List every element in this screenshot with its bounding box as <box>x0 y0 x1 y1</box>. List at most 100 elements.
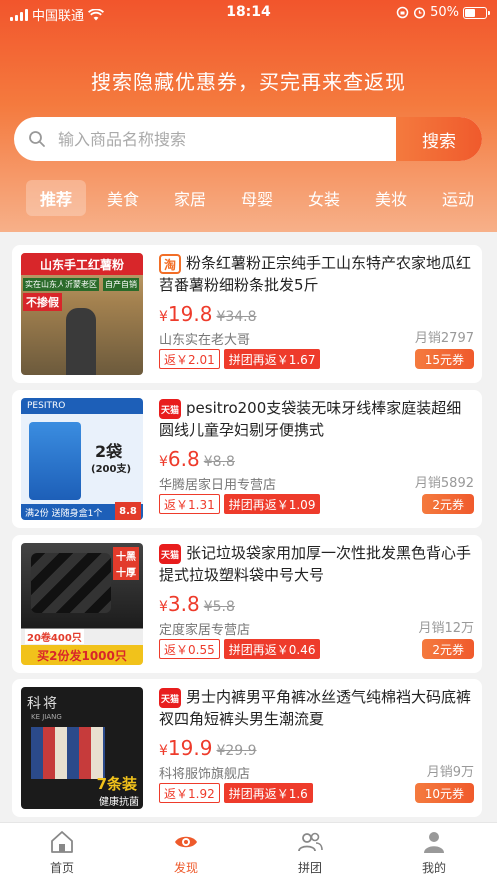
tab-beauty[interactable]: 美妆 <box>362 180 420 216</box>
rebate-tags: 返￥1.92 拼团再返￥1.6 <box>159 783 313 803</box>
tab-baby[interactable]: 母婴 <box>228 180 286 216</box>
original-price: ¥29.9 <box>216 743 257 759</box>
product-image: 十黑 十厚 20卷400只 买2份发1000只 <box>21 543 143 665</box>
thumb-brand: PESITRO <box>21 398 143 414</box>
product-price: ¥19.8 <box>159 302 213 326</box>
original-price: ¥5.8 <box>203 599 235 615</box>
group-rebate-tag: 拼团再返￥1.6 <box>223 783 313 803</box>
coupon-badge[interactable]: 2元券 <box>422 494 474 514</box>
search-input[interactable] <box>58 117 398 161</box>
product-title: 男士内裤男平角裤冰丝透气纯棉裆大码底裤衩四角短裤头男生潮流夏 <box>159 688 472 728</box>
product-card[interactable]: PESITRO 2袋 (200支) 满2份 送随身盒1个 8.8 天猫 pesi… <box>12 390 482 528</box>
thumb-sub: (200支) <box>91 464 132 475</box>
thumb-products <box>31 727 105 779</box>
thumb-feature: 健康抗菌 <box>99 797 139 808</box>
battery-icon <box>463 6 490 19</box>
tab-food[interactable]: 美食 <box>94 180 152 216</box>
group-rebate-tag: 拼团再返￥1.09 <box>223 494 321 514</box>
tabbar-mine[interactable]: 我的 <box>394 829 474 879</box>
product-price: ¥19.9 <box>159 736 213 760</box>
product-image: 科将 KE JIANG 7条装 健康抗菌 <box>21 687 143 809</box>
thumb-price: 8.8 <box>115 502 141 520</box>
product-title: pesitro200支袋装无味牙线棒家庭装超细圆线儿童孕妇剔牙便携式 <box>159 399 462 439</box>
rebate-tag: 返￥2.01 <box>159 349 220 369</box>
thumb-promo: 买2份发1000只 <box>21 645 143 665</box>
coupon-badge[interactable]: 2元券 <box>422 639 474 659</box>
search-bar: 搜索 <box>14 117 482 161</box>
battery-percent: 50% <box>430 5 459 20</box>
monthly-sales: 月销5892 <box>414 476 474 491</box>
group-rebate-tag: 拼团再返￥0.46 <box>223 639 321 659</box>
rebate-tags: 返￥2.01 拼团再返￥1.67 <box>159 349 321 369</box>
rebate-tag: 返￥0.55 <box>159 639 220 659</box>
rebate-tag: 返￥1.31 <box>159 494 220 514</box>
thumb-tag: 沂蒙老区 <box>63 278 99 291</box>
thumb-spec: 20卷400只 <box>25 629 84 644</box>
rotation-lock-icon <box>396 6 409 19</box>
tabbar-group[interactable]: 拼团 <box>270 829 350 879</box>
shop-name: 华腾居家日用专营店 <box>159 478 277 493</box>
group-icon <box>298 832 323 852</box>
rebate-tags: 返￥0.55 拼团再返￥0.46 <box>159 639 321 659</box>
tabbar-label: 拼团 <box>297 861 322 875</box>
bottom-tab-bar: 首页 发现 拼团 我的 <box>0 822 497 883</box>
thumb-rolls <box>31 553 111 613</box>
price-row: ¥6.8 ¥8.8 <box>159 447 235 471</box>
thumb-badge: 十厚 <box>113 563 139 580</box>
price-row: ¥3.8 ¥5.8 <box>159 592 235 616</box>
thumb-banner: 山东手工红薯粉 <box>21 253 143 275</box>
home-icon <box>51 831 73 853</box>
tabbar-discover[interactable]: 发现 <box>146 829 226 879</box>
product-title: 张记垃圾袋家用加厚一次性批发黑色背心手提式拉圾塑料袋中号大号 <box>159 544 472 584</box>
thumb-badge: 不掺假 <box>23 293 62 311</box>
thumb-tag: 实在山东人 <box>23 278 67 291</box>
tabbar-label: 首页 <box>49 861 74 875</box>
thumb-count: 2袋 <box>95 442 123 461</box>
tab-sports[interactable]: 运动 <box>429 180 487 216</box>
status-bar: 中国联通 18:14 50% <box>0 0 497 26</box>
thumb-package <box>29 422 81 500</box>
thumb-brand-en: KE JIANG <box>31 713 62 721</box>
search-button[interactable]: 搜索 <box>396 117 482 161</box>
thumb-badge: 十黑 <box>113 547 139 564</box>
shop-name: 定度家居专营店 <box>159 623 251 638</box>
product-card[interactable]: 科将 KE JIANG 7条装 健康抗菌 天猫 男士内裤男平角裤冰丝透气纯棉裆大… <box>12 679 482 817</box>
thumb-tag: 自产自销 <box>103 278 139 291</box>
product-price: ¥3.8 <box>159 592 200 616</box>
thumb-person <box>66 308 96 375</box>
thumb-brand: 科将 <box>27 696 59 712</box>
coupon-badge[interactable]: 15元券 <box>414 349 474 369</box>
alarm-icon <box>414 7 426 19</box>
tab-home[interactable]: 家居 <box>161 180 219 216</box>
product-image: PESITRO 2袋 (200支) 满2份 送随身盒1个 8.8 <box>21 398 143 520</box>
group-rebate-tag: 拼团再返￥1.67 <box>223 349 321 369</box>
product-image: 山东手工红薯粉 实在山东人 沂蒙老区 自产自销 不掺假 <box>21 253 143 375</box>
search-icon <box>29 131 45 147</box>
product-card[interactable]: 山东手工红薯粉 实在山东人 沂蒙老区 自产自销 不掺假 淘 粉条红薯粉正宗纯手工… <box>12 245 482 383</box>
coupon-badge[interactable]: 10元券 <box>414 783 474 803</box>
thumb-count: 7条装 <box>96 775 137 793</box>
hero-title: 搜索隐藏优惠券，买完再来查返现 <box>91 70 406 94</box>
tabbar-label: 发现 <box>173 861 198 875</box>
tabbar-home[interactable]: 首页 <box>22 829 102 879</box>
user-icon <box>424 832 444 853</box>
tabbar-label: 我的 <box>421 861 446 875</box>
product-card[interactable]: 十黑 十厚 20卷400只 买2份发1000只 天猫 张记垃圾袋家用加厚一次性批… <box>12 535 482 673</box>
monthly-sales: 月销9万 <box>426 765 474 780</box>
product-title: 粉条红薯粉正宗纯手工山东特产农家地瓜红苕番薯粉细粉条批发5斤 <box>159 254 472 294</box>
shop-name: 山东实在老大哥 <box>159 333 251 348</box>
original-price: ¥34.8 <box>216 309 257 325</box>
category-tabs: 推荐 美食 家居 母婴 女装 美妆 运动 <box>0 180 497 220</box>
price-row: ¥19.8 ¥34.8 <box>159 302 257 326</box>
eye-icon <box>175 836 197 848</box>
status-right: 50% <box>396 5 490 20</box>
original-price: ¥8.8 <box>203 454 235 470</box>
product-price: ¥6.8 <box>159 447 200 471</box>
tab-recommend[interactable]: 推荐 <box>26 180 86 216</box>
rebate-tag: 返￥1.92 <box>159 783 220 803</box>
price-row: ¥19.9 ¥29.9 <box>159 736 257 760</box>
tab-womens[interactable]: 女装 <box>295 180 353 216</box>
rebate-tags: 返￥1.31 拼团再返￥1.09 <box>159 494 321 514</box>
monthly-sales: 月销12万 <box>418 621 474 636</box>
monthly-sales: 月销2797 <box>414 331 474 346</box>
